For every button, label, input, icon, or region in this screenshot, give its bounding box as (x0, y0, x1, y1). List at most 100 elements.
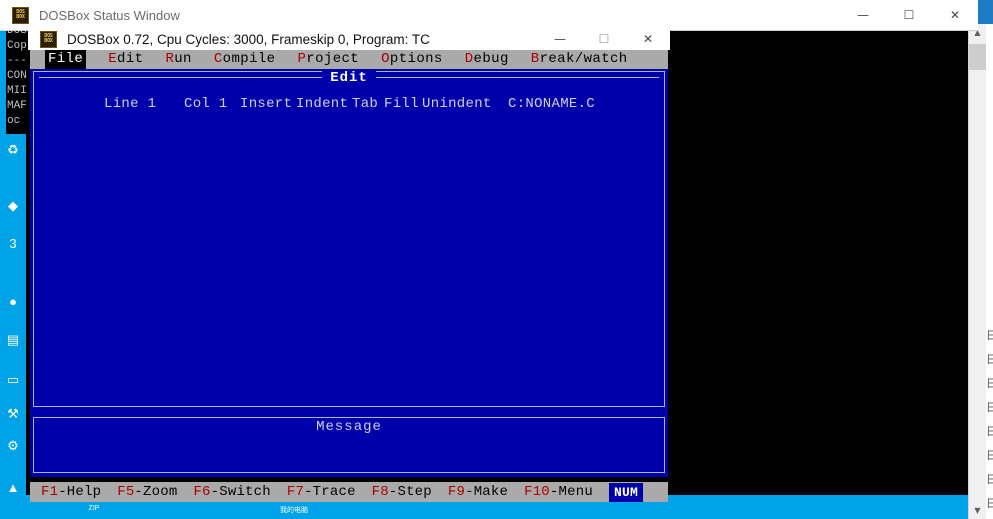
edit-tab-indicator: Tab (352, 96, 378, 112)
right-panel-row[interactable]: 日 (986, 420, 993, 444)
fkey-f1[interactable]: F1-Help (41, 482, 101, 502)
message-window-title: Message (34, 419, 664, 435)
menu-hotkey: P (297, 51, 306, 67)
turbo-c-screen: FileEditRunCompileProjectOptionsDebugBre… (28, 50, 670, 455)
fkey-f5[interactable]: F5-Zoom (117, 482, 177, 502)
menu-item-debug[interactable]: Debug (465, 50, 509, 69)
edit-fill-indicator: Fill (384, 96, 419, 112)
desktop-label: ZIP (64, 505, 124, 512)
fkey-key: F5 (117, 484, 134, 500)
fkey-f10[interactable]: F10-Menu (524, 482, 593, 502)
fkey-f9[interactable]: F9-Make (448, 482, 508, 502)
fkey-key: F9 (448, 484, 465, 500)
background-browser-sliver (978, 0, 993, 24)
edit-col-indicator: Col 1 (184, 96, 228, 112)
inner-minimize-button[interactable]: — (538, 24, 582, 53)
outer-window-controls: — ☐ ✕ (840, 0, 978, 30)
outer-window-title: DOSBox Status Window (39, 8, 180, 23)
fkey-label: -Make (465, 484, 508, 500)
inner-maximize-button: ☐ (582, 24, 626, 53)
right-side-panel[interactable]: ▲ ▼ 日日日日日日日日 (968, 24, 993, 519)
app3-icon[interactable]: 3 (2, 234, 24, 254)
menu-hotkey: R (165, 51, 174, 67)
menu-hotkey: B (531, 51, 540, 67)
vertical-scrollbar[interactable]: ▲ ▼ (969, 24, 986, 519)
menu-hotkey: D (465, 51, 474, 67)
dosbox-app-icon: DOSBOX (12, 7, 29, 24)
folder-icon[interactable]: ▤ (2, 330, 24, 350)
opera-icon-glyph: ● (2, 292, 24, 312)
fkey-key: F7 (287, 484, 304, 500)
right-panel-row[interactable]: 日 (986, 372, 993, 396)
menu-item-break-watch[interactable]: Break/watch (531, 50, 628, 69)
fkey-key: F6 (193, 484, 210, 500)
menu-label: un (174, 51, 192, 67)
menu-item-run[interactable]: Run (165, 50, 191, 69)
folder-icon-glyph: ▤ (2, 330, 24, 350)
fkey-f7[interactable]: F7-Trace (287, 482, 356, 502)
menu-label: ebug (474, 51, 509, 67)
game-icon[interactable]: ◆ (2, 196, 24, 216)
right-panel-row[interactable]: 日 (986, 444, 993, 468)
menu-label: dit (117, 51, 143, 67)
right-panel-row[interactable]: 日 (986, 492, 993, 516)
fkey-label: -Switch (211, 484, 271, 500)
recycle-bin-icon-glyph: ♻ (2, 140, 24, 160)
scrollbar-thumb[interactable] (969, 44, 986, 70)
message-window-border: Message (33, 417, 665, 473)
document-icon[interactable]: ▭ (2, 370, 24, 390)
fkey-label: -Zoom (134, 484, 177, 500)
fkey-f6[interactable]: F6-Switch (193, 482, 270, 502)
tool-icon-glyph: ⚒ (2, 404, 24, 424)
right-panel-row[interactable]: 日 (986, 468, 993, 492)
menu-item-project[interactable]: Project (297, 50, 359, 69)
water-icon-glyph: ▲ (2, 478, 24, 498)
message-window[interactable]: Message (30, 409, 668, 477)
inner-window-title: DOSBox 0.72, Cpu Cycles: 3000, Frameskip… (67, 32, 430, 47)
menu-hotkey: O (381, 51, 390, 67)
edit-window[interactable]: Edit Line 1 Col 1 Insert Indent Tab Fill… (30, 69, 668, 409)
fkey-f8[interactable]: F8-Step (372, 482, 432, 502)
right-panel-row[interactable]: 日 (986, 348, 993, 372)
menu-label: ompile (223, 51, 276, 67)
turbo-c-status-bar: F1-Help F5-Zoom F6-Switch F7-Trace F8-Step F9… (30, 482, 668, 502)
menu-item-options[interactable]: Options (381, 50, 443, 69)
edit-window-border: Edit Line 1 Col 1 Insert Indent Tab Fill… (33, 71, 665, 407)
turbo-c-menu-bar: File Edit Run Compile Project Options Debug Bre… (30, 50, 668, 69)
settings-icon[interactable]: ⚙ (2, 436, 24, 456)
outer-close-button[interactable]: ✕ (932, 0, 978, 30)
settings-icon-glyph: ⚙ (2, 436, 24, 456)
edit-window-title: Edit (34, 70, 664, 86)
menu-hotkey: F (48, 51, 57, 67)
edit-insert-indicator: Insert (240, 96, 292, 112)
outer-maximize-button[interactable]: ☐ (886, 0, 932, 30)
recycle-bin-icon[interactable]: ♻ (2, 140, 24, 160)
scroll-down-arrow-icon[interactable]: ▼ (969, 502, 986, 519)
menu-item-edit[interactable]: Edit (108, 50, 143, 69)
fkey-label: -Step (389, 484, 432, 500)
menu-label: reak/watch (540, 51, 628, 67)
menu-hotkey: C (214, 51, 223, 67)
right-panel-row[interactable]: 日 (986, 324, 993, 348)
inner-close-button[interactable]: ✕ (626, 24, 670, 53)
menu-item-file[interactable]: File (45, 50, 86, 69)
message-window-title-text: Message (308, 419, 390, 435)
dosbox-app-icon: DOSBOX (40, 31, 57, 48)
menu-label: ptions (390, 51, 443, 67)
edit-line-indicator: Line 1 (104, 96, 156, 112)
menu-label: roject (306, 51, 359, 67)
game-icon-glyph: ◆ (2, 196, 24, 216)
fkey-key: F1 (41, 484, 58, 500)
tool-icon[interactable]: ⚒ (2, 404, 24, 424)
opera-icon[interactable]: ● (2, 292, 24, 312)
edit-filename: C:NONAME.C (508, 96, 595, 112)
menu-item-compile[interactable]: Compile (214, 50, 276, 69)
fkey-label: -Trace (304, 484, 356, 500)
fkey-key: F8 (372, 484, 389, 500)
water-icon[interactable]: ▲ (2, 478, 24, 498)
fkey-label: -Help (58, 484, 101, 500)
outer-minimize-button[interactable]: — (840, 0, 886, 30)
right-panel-row[interactable]: 日 (986, 396, 993, 420)
document-icon-glyph: ▭ (2, 370, 24, 390)
fkey-key: F10 (524, 484, 550, 500)
